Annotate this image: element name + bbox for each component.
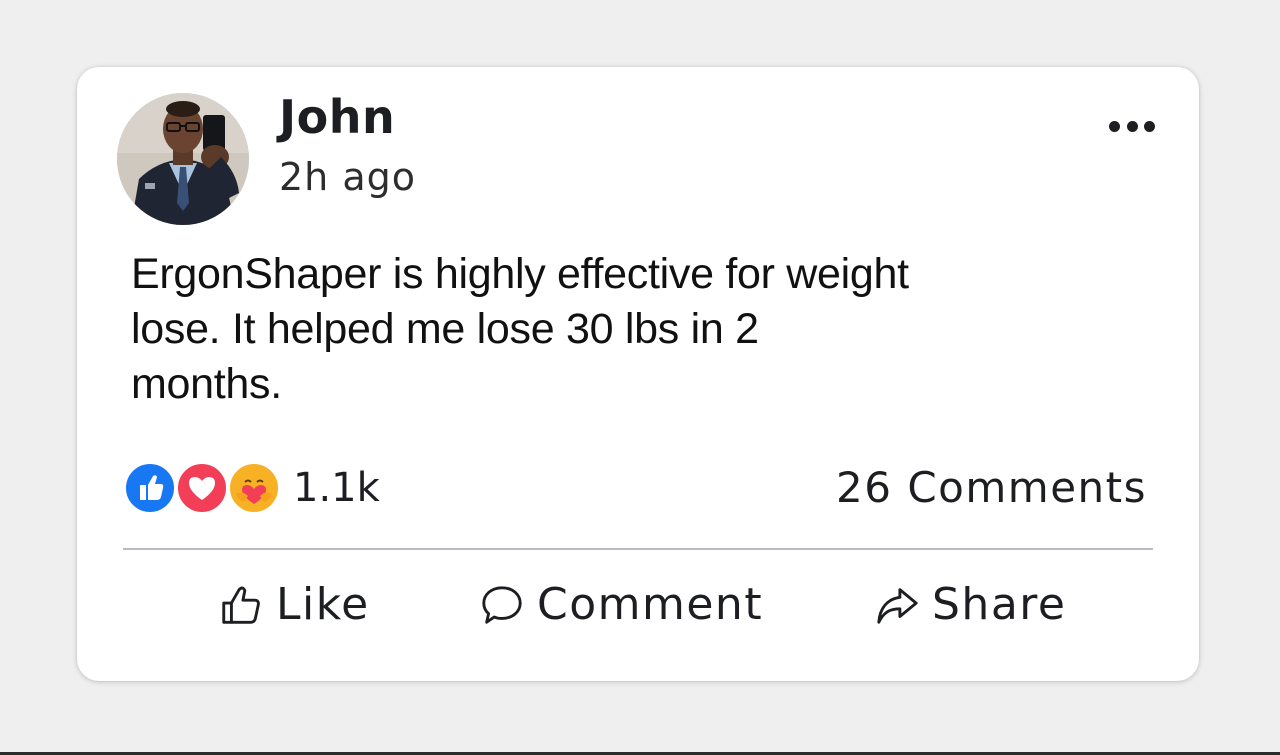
more-dot-icon <box>1144 120 1155 132</box>
more-dot-icon <box>1109 120 1120 132</box>
reaction-count: 1.1k <box>293 465 380 511</box>
author-name[interactable]: John <box>279 89 395 145</box>
share-label: Share <box>932 579 1067 630</box>
reaction-icons <box>123 460 285 516</box>
comment-label: Comment <box>537 579 764 630</box>
comment-button[interactable]: Comment <box>479 577 763 633</box>
post-card: John 2h ago ErgonShaper is highly effect… <box>77 67 1199 681</box>
avatar[interactable] <box>117 93 249 225</box>
share-button[interactable]: Share <box>874 577 1066 633</box>
comments-count[interactable]: 26 Comments <box>836 460 1147 516</box>
comment-bubble-icon <box>482 586 522 624</box>
thumbs-up-icon <box>222 586 260 624</box>
avatar-photo <box>117 93 249 225</box>
more-dot-icon <box>1126 120 1138 132</box>
more-options-button[interactable] <box>1109 111 1155 141</box>
post-text: ErgonShaper is highly effective for weig… <box>131 250 909 408</box>
reactions-summary[interactable]: 1.1k <box>123 460 380 516</box>
share-arrow-icon <box>877 588 918 624</box>
care-reaction-icon <box>227 461 281 515</box>
divider <box>123 548 1153 550</box>
like-reaction-icon <box>123 461 177 515</box>
post-timestamp[interactable]: 2h ago <box>279 153 416 201</box>
like-label: Like <box>276 579 370 630</box>
love-reaction-icon <box>175 461 229 515</box>
like-button[interactable]: Like <box>218 577 370 633</box>
